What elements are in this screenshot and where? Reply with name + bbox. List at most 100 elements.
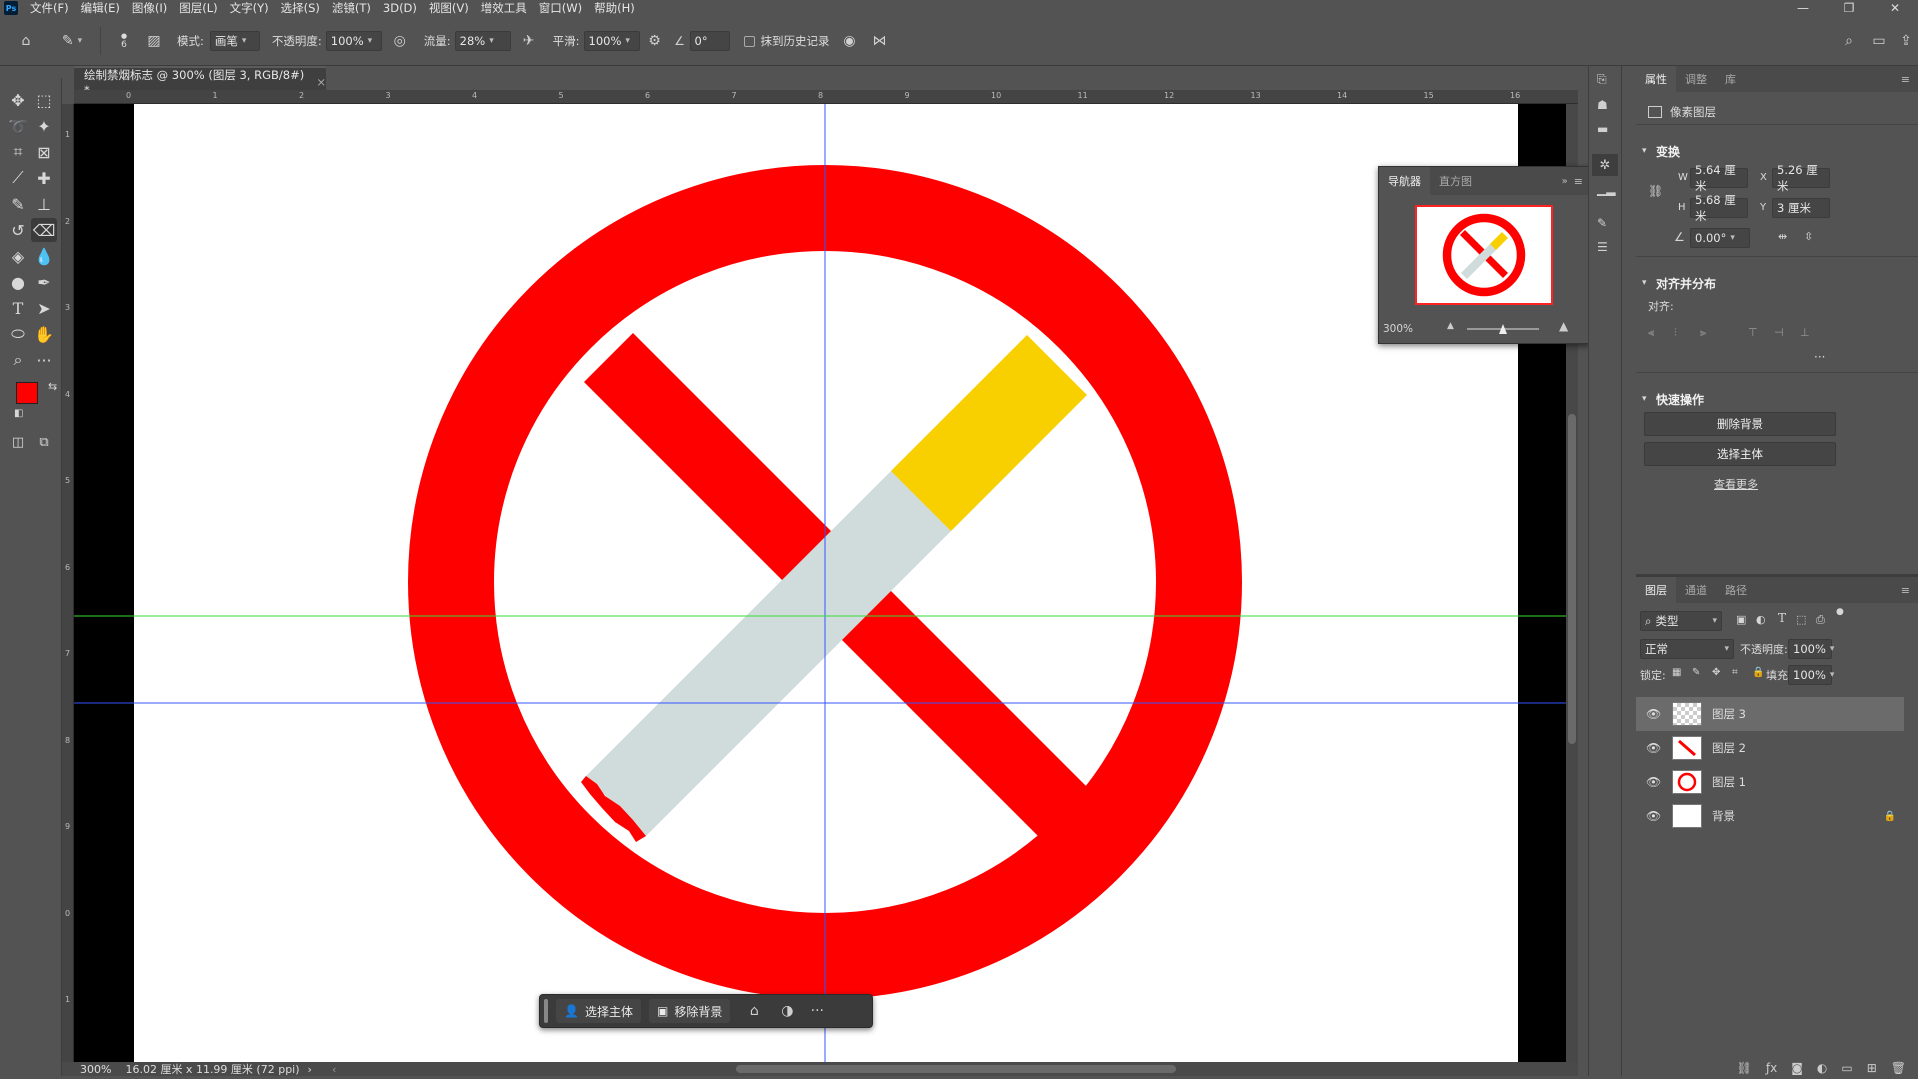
- scroll-left-icon[interactable]: ‹: [332, 1063, 336, 1076]
- align-bottom-icon[interactable]: ⊥: [1800, 326, 1810, 339]
- status-expand-arrow[interactable]: ›: [308, 1063, 312, 1076]
- layer-row[interactable]: 👁 图层 1: [1636, 765, 1904, 799]
- zoom-out-icon[interactable]: ▲: [1447, 321, 1454, 331]
- pressure-opacity-icon[interactable]: ◎: [382, 33, 418, 49]
- remove-background-button[interactable]: ▣ 移除背景: [648, 999, 731, 1023]
- menu-view[interactable]: 视图(V): [423, 0, 475, 16]
- pressure-size-icon[interactable]: ◉: [830, 33, 870, 49]
- delete-layer-icon[interactable]: 🗑: [1891, 1061, 1906, 1075]
- layer-row[interactable]: 👁 图层 2: [1636, 731, 1904, 765]
- layer-opacity-field[interactable]: 100% ▾: [1788, 639, 1834, 659]
- eye-icon[interactable]: 👁: [1646, 809, 1661, 823]
- hand-tool-icon[interactable]: ✋: [31, 322, 57, 346]
- more-tools-icon[interactable]: ···: [31, 348, 57, 372]
- default-colors-icon[interactable]: ◧: [14, 408, 23, 419]
- healing-brush-tool-icon[interactable]: ✚: [31, 166, 57, 190]
- eyedropper-tool-icon[interactable]: ⟋: [5, 166, 31, 190]
- layer-filter-select[interactable]: ⌕ 类型 ▾: [1640, 611, 1722, 631]
- select-subject-quick-button[interactable]: 选择主体: [1644, 442, 1836, 466]
- quick-actions-chevron-icon[interactable]: ▾: [1642, 394, 1647, 404]
- zoom-slider-track[interactable]: [1467, 324, 1539, 334]
- navigator-zoom-value[interactable]: 300%: [1383, 323, 1413, 335]
- transform-icon[interactable]: ⌂: [736, 1003, 772, 1019]
- horizontal-scroll-thumb[interactable]: [736, 1065, 1177, 1073]
- history-brush-tool-icon[interactable]: ↺: [5, 218, 31, 242]
- lock-all-icon[interactable]: 🔒: [1752, 667, 1764, 678]
- lock-icon[interactable]: 🔒: [1884, 811, 1896, 822]
- more-options-icon[interactable]: ···: [802, 1003, 832, 1019]
- layers-menu-icon[interactable]: ≡: [1901, 584, 1910, 597]
- collapse-icon[interactable]: »: [1562, 176, 1568, 187]
- navigator-preview[interactable]: [1415, 205, 1553, 305]
- close-window-icon[interactable]: ✕: [1872, 1, 1918, 15]
- link-icon[interactable]: ⛓: [1648, 184, 1663, 198]
- menu-image[interactable]: 图像(I): [126, 0, 173, 16]
- rotation-field[interactable]: 0.00° ▾: [1690, 228, 1750, 248]
- layer-name[interactable]: 图层 2: [1712, 740, 1746, 756]
- lock-transparent-icon[interactable]: ▦: [1672, 667, 1681, 678]
- tab-layers[interactable]: 图层: [1636, 577, 1676, 603]
- angle-field[interactable]: 0°: [689, 31, 730, 51]
- brush-size-picker[interactable]: ● 6: [109, 32, 139, 50]
- menu-select[interactable]: 选择(S): [275, 0, 326, 16]
- quick-mask-icon[interactable]: ◫: [5, 430, 31, 454]
- transform-chevron-icon[interactable]: ▾: [1642, 146, 1647, 156]
- canvas-area[interactable]: [74, 104, 1578, 1064]
- pen-tool-icon[interactable]: ✒: [31, 270, 57, 294]
- histogram-panel-icon[interactable]: ▁▂: [1597, 182, 1615, 196]
- blur-tool-icon[interactable]: 💧: [31, 244, 57, 268]
- brush-settings-icon[interactable]: ✎: [1597, 216, 1607, 230]
- new-layer-icon[interactable]: ⊞: [1867, 1061, 1877, 1075]
- flow-field[interactable]: 28% ▾: [454, 31, 511, 51]
- tab-paths[interactable]: 路径: [1716, 582, 1756, 598]
- panel-menu-icon[interactable]: ≡: [1574, 175, 1583, 188]
- select-subject-button[interactable]: 👤 选择主体: [556, 999, 641, 1023]
- tab-histogram[interactable]: 直方图: [1430, 173, 1481, 189]
- type-tool-icon[interactable]: T: [5, 296, 31, 320]
- eye-icon[interactable]: 👁: [1646, 707, 1661, 721]
- actions-panel-icon[interactable]: ☗: [1597, 98, 1608, 112]
- tab-adjustments[interactable]: 调整: [1676, 71, 1716, 87]
- frame-tool-icon[interactable]: ⊠: [31, 140, 57, 164]
- zoom-in-icon[interactable]: ▲: [1559, 319, 1568, 333]
- width-field[interactable]: 5.64 厘米: [1690, 163, 1748, 193]
- eye-icon[interactable]: 👁: [1646, 775, 1661, 789]
- vertical-scroll-thumb[interactable]: [1568, 414, 1576, 744]
- layer-name[interactable]: 图层 1: [1712, 774, 1746, 790]
- drag-handle-icon[interactable]: [544, 999, 548, 1023]
- stamp-tool-icon[interactable]: ⊥: [31, 192, 57, 216]
- align-top-icon[interactable]: ⊤: [1748, 326, 1758, 339]
- layer-name[interactable]: 背景: [1712, 808, 1735, 824]
- filter-toggle-icon[interactable]: ●: [1836, 607, 1844, 617]
- tab-properties[interactable]: 属性: [1636, 66, 1676, 92]
- align-more-icon[interactable]: ···: [1814, 350, 1825, 364]
- filter-type-icon[interactable]: T: [1778, 611, 1786, 625]
- x-field[interactable]: 5.26 厘米: [1772, 163, 1830, 193]
- learn-more-link[interactable]: 查看更多: [1714, 476, 1758, 492]
- tab-channels[interactable]: 通道: [1676, 582, 1716, 598]
- filter-smart-object-icon[interactable]: ⎙: [1816, 613, 1825, 627]
- eye-icon[interactable]: 👁: [1646, 741, 1661, 755]
- mode-select[interactable]: 画笔 ▾: [209, 31, 260, 51]
- share-icon[interactable]: ⇪: [1894, 33, 1918, 49]
- crop-tool-icon[interactable]: ⌗: [5, 140, 31, 164]
- link-layers-icon[interactable]: ⛓: [1737, 1061, 1752, 1075]
- foreground-color-swatch[interactable]: [16, 382, 38, 404]
- align-vcenter-icon[interactable]: ⊣: [1774, 326, 1784, 339]
- filter-pixel-icon[interactable]: ▣: [1736, 613, 1746, 626]
- blend-mode-select[interactable]: 正常 ▾: [1640, 639, 1734, 659]
- paint-bucket-tool-icon[interactable]: ◈: [5, 244, 31, 268]
- zoom-slider-knob[interactable]: [1499, 324, 1507, 334]
- filter-shape-icon[interactable]: ⬚: [1796, 613, 1806, 626]
- magic-wand-tool-icon[interactable]: ✦: [31, 114, 57, 138]
- new-group-icon[interactable]: ▭: [1841, 1061, 1852, 1075]
- zoom-level[interactable]: 300%: [80, 1063, 111, 1076]
- layer-row[interactable]: 👁 图层 3: [1636, 697, 1904, 731]
- align-left-icon[interactable]: ⫷: [1648, 326, 1654, 340]
- navigator-panel-icon[interactable]: ✲: [1592, 154, 1618, 176]
- search-icon[interactable]: ⌕: [1834, 33, 1864, 49]
- menu-help[interactable]: 帮助(H): [588, 0, 641, 16]
- erase-history-checkbox[interactable]: [743, 35, 755, 47]
- align-chevron-icon[interactable]: ▾: [1642, 278, 1647, 288]
- tab-navigator[interactable]: 导航器: [1379, 167, 1430, 195]
